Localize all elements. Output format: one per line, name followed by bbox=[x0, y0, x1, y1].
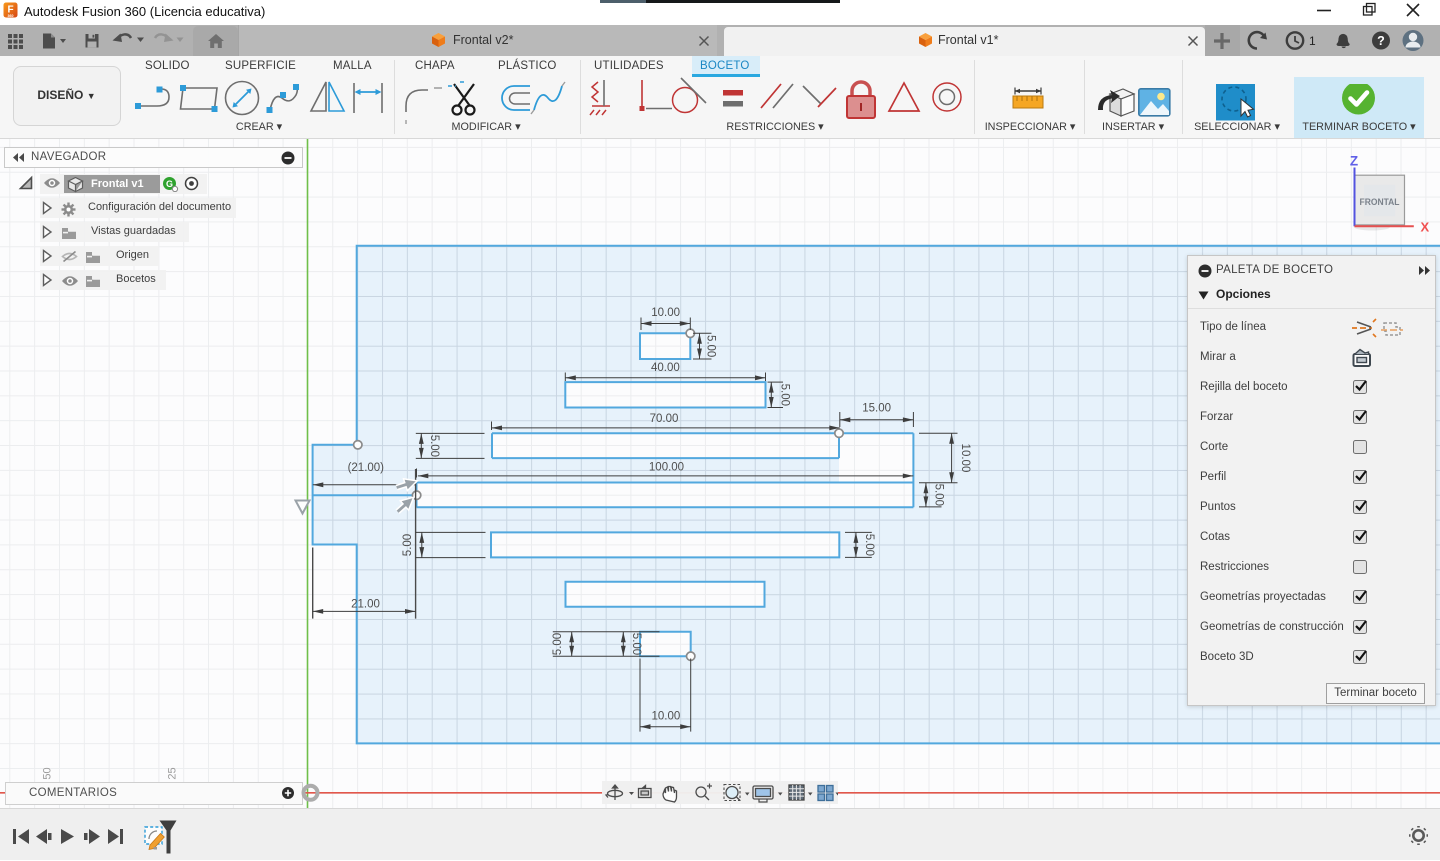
svg-text:5.00: 5.00 bbox=[630, 633, 642, 655]
svg-text:40.00: 40.00 bbox=[651, 362, 680, 374]
svg-text:X: X bbox=[1421, 220, 1430, 235]
svg-text:5.00: 5.00 bbox=[779, 384, 791, 406]
svg-text:25: 25 bbox=[167, 767, 179, 779]
svg-text:50: 50 bbox=[42, 767, 54, 779]
svg-text:Z: Z bbox=[1350, 154, 1358, 169]
svg-text:FRONTAL: FRONTAL bbox=[1360, 197, 1400, 208]
svg-text:G: G bbox=[166, 179, 173, 189]
svg-text:1: 1 bbox=[1309, 34, 1316, 48]
svg-text:10.00: 10.00 bbox=[959, 444, 971, 473]
svg-text:5.00: 5.00 bbox=[863, 534, 875, 556]
svg-text:10.00: 10.00 bbox=[652, 711, 681, 723]
svg-text:21.00: 21.00 bbox=[351, 598, 380, 610]
svg-text:?: ? bbox=[1377, 34, 1385, 48]
svg-text:15.00: 15.00 bbox=[862, 402, 891, 414]
svg-text:360: 360 bbox=[8, 14, 14, 18]
svg-text:10.00: 10.00 bbox=[651, 307, 680, 319]
svg-text:5.00: 5.00 bbox=[428, 435, 440, 457]
svg-text:5.00: 5.00 bbox=[552, 633, 564, 655]
svg-text:(21.00): (21.00) bbox=[348, 462, 385, 474]
svg-text:5.00: 5.00 bbox=[932, 484, 944, 506]
svg-text:5.00: 5.00 bbox=[402, 534, 414, 556]
svg-text:5.00: 5.00 bbox=[705, 335, 717, 357]
svg-text:100.00: 100.00 bbox=[649, 461, 684, 473]
svg-text:70.00: 70.00 bbox=[650, 413, 679, 425]
